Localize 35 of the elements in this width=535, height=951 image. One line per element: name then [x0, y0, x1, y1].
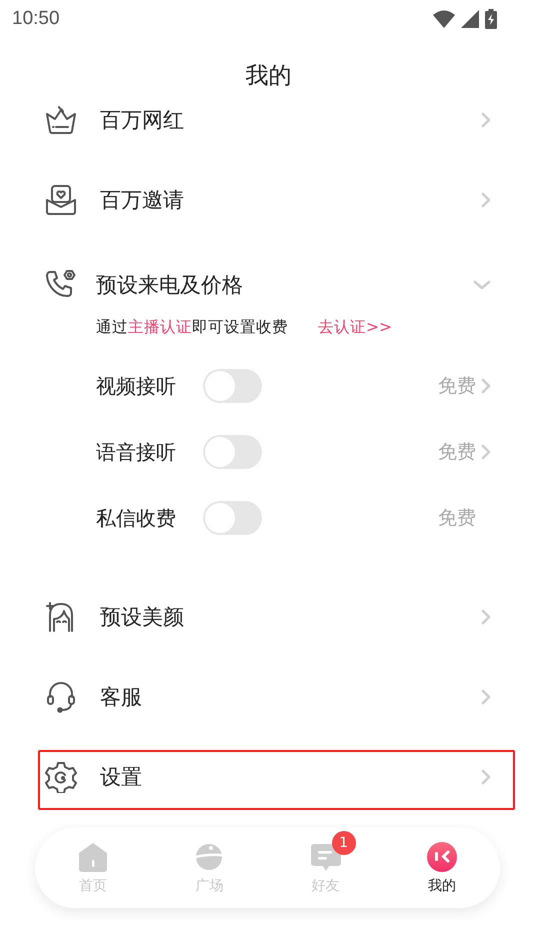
option-label: 视频接听: [96, 372, 177, 400]
price-label: 免费: [438, 374, 476, 399]
menu-item[interactable]: 预设美颜: [0, 577, 535, 657]
chevron-icon: [480, 191, 492, 209]
toggle-switch[interactable]: [203, 369, 262, 403]
toggle-switch[interactable]: [203, 435, 262, 469]
logo-icon: [426, 841, 458, 873]
verify-link[interactable]: 去认证>>: [318, 316, 392, 338]
chevron-icon: [480, 111, 492, 129]
face-icon: [46, 601, 76, 633]
wifi-icon: [433, 10, 455, 28]
headset-icon: [46, 681, 76, 713]
menu-item[interactable]: 预设来电及价格: [0, 265, 535, 305]
menu-item[interactable]: 设置: [0, 737, 535, 817]
chat-icon: [310, 841, 342, 873]
signal-icon: [461, 10, 479, 28]
battery-icon: [485, 9, 497, 29]
chevron-icon: [480, 768, 492, 786]
home-icon: [77, 841, 110, 873]
nav-tab[interactable]: 我的: [384, 828, 500, 908]
chevron-icon: [480, 608, 492, 626]
status-time: 10:50: [12, 8, 60, 30]
chevron-icon: [480, 688, 492, 706]
price-label: 免费: [438, 506, 476, 531]
unread-badge: 1: [332, 831, 356, 855]
option-label: 私信收费: [96, 504, 177, 532]
notice-text: 通过主播认证即可设置收费: [96, 316, 288, 338]
option-label: 语音接听: [96, 438, 177, 466]
page-title: 我的: [246, 62, 292, 90]
toggle-switch[interactable]: [203, 501, 262, 535]
envelope-heart-icon: [45, 184, 77, 216]
menu-item[interactable]: 百万邀请: [0, 160, 535, 240]
menu-item[interactable]: 客服: [0, 657, 535, 737]
gear-icon: [45, 761, 77, 793]
price-label: 免费: [438, 440, 476, 465]
